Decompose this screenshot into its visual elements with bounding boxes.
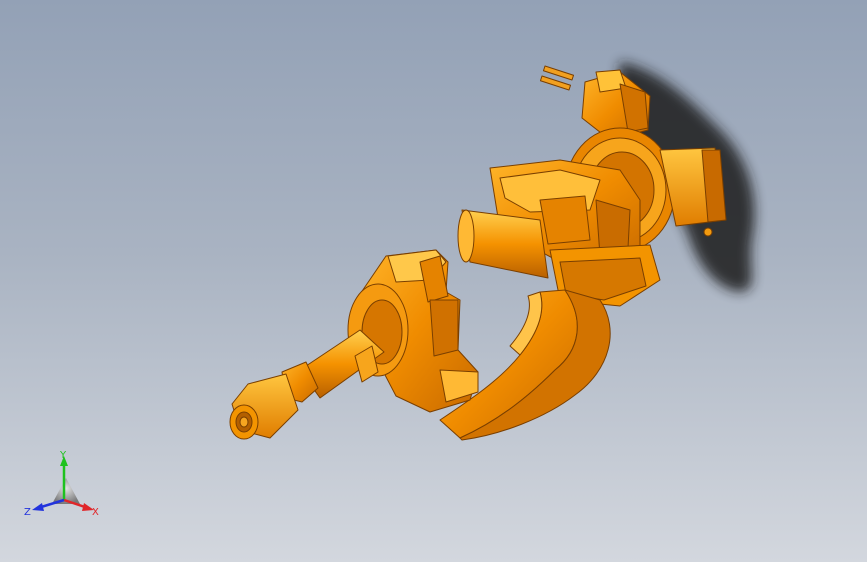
wrist-assembly	[229, 361, 319, 440]
robot-arm-model[interactable]	[0, 0, 867, 562]
z-axis-label: Z	[24, 507, 31, 518]
orientation-triad[interactable]: Y X Z	[22, 448, 104, 522]
elbow-housing	[347, 249, 479, 413]
x-axis-label: X	[92, 507, 99, 518]
y-axis-label: Y	[59, 450, 67, 461]
graphics-viewport[interactable]: Y X Z	[0, 0, 867, 562]
